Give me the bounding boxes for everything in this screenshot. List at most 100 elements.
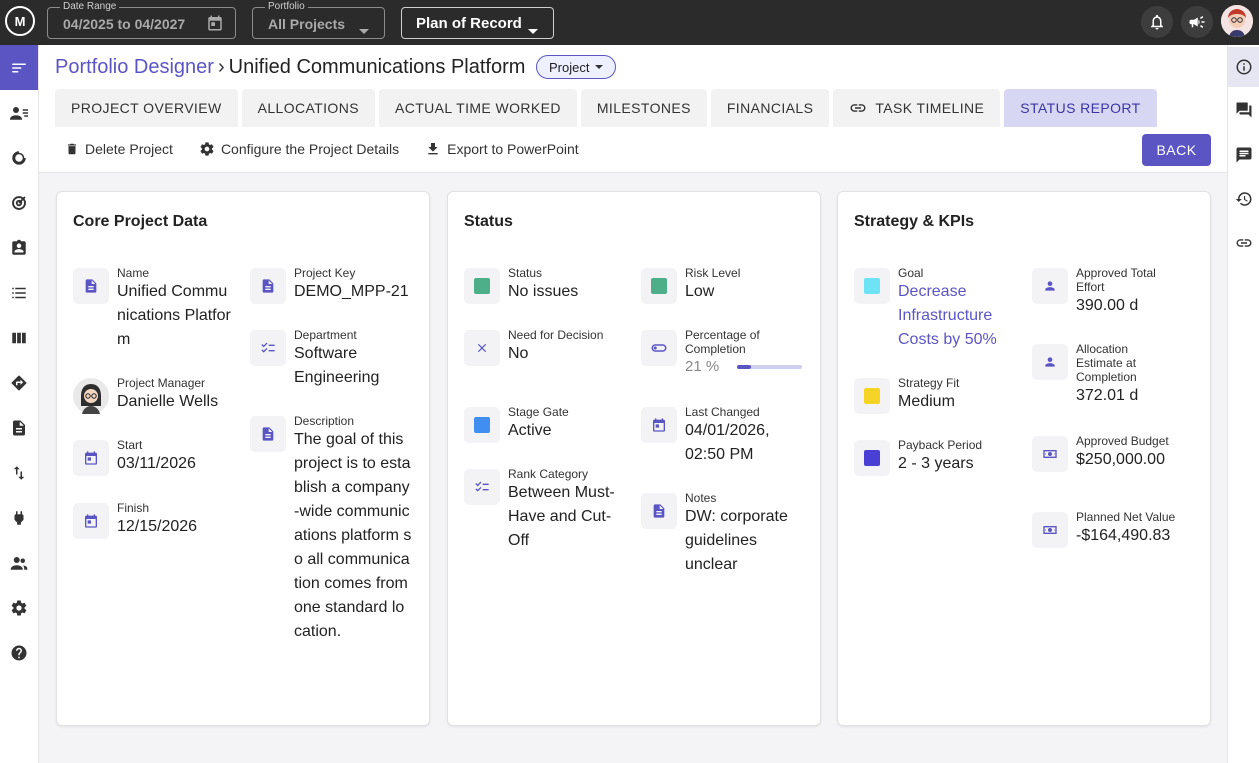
field-approved-total-effort: Approved Total Effort 390.00 d <box>1032 266 1202 318</box>
stage-color-swatch <box>464 407 500 443</box>
field-label: Name <box>117 266 150 280</box>
sidebar-item-help[interactable] <box>0 630 38 675</box>
directions-icon <box>11 375 27 390</box>
tab-milestones[interactable]: MILESTONES <box>580 89 707 127</box>
chevron-right-icon: › <box>217 56 225 78</box>
field-label: Finish <box>117 501 150 515</box>
sidebar-item-list[interactable] <box>0 270 38 315</box>
sidebar-item-goals[interactable] <box>0 180 38 225</box>
field-value: 03/11/2026 <box>117 455 196 472</box>
field-label: Department <box>294 328 357 342</box>
card-title: Core Project Data <box>73 213 208 230</box>
checklist-icon <box>250 330 286 366</box>
gear-icon <box>11 600 27 616</box>
delete-project-button[interactable]: Delete Project <box>65 141 173 157</box>
field-label: Start <box>117 438 143 452</box>
portfolio-select[interactable]: Portfolio All Projects <box>252 1 385 39</box>
field-label: Approved Total Effort <box>1076 266 1156 294</box>
tab-label: FINANCIALS <box>726 100 814 116</box>
sidebar-item-settings[interactable] <box>0 585 38 630</box>
bell-icon <box>1151 14 1163 30</box>
sidebar-item-documents[interactable] <box>0 405 38 450</box>
columns-icon <box>12 332 26 343</box>
field-status: Status No issues <box>464 266 624 304</box>
tab-financials[interactable]: FINANCIALS <box>710 89 830 127</box>
field-label: Status <box>508 266 543 280</box>
field-value: -$164,490.83 <box>1076 527 1171 544</box>
field-label: Need for Decision <box>508 328 604 342</box>
tab-bar: PROJECT OVERVIEW ALLOCATIONS ACTUAL TIME… <box>55 89 1157 127</box>
info-panel-button[interactable] <box>1228 47 1259 87</box>
calendar-icon[interactable] <box>206 14 224 37</box>
sidebar-item-roadmap[interactable] <box>0 360 38 405</box>
document-icon <box>13 420 25 435</box>
history-icon <box>1235 192 1252 206</box>
announcements-button[interactable] <box>1181 6 1213 38</box>
tab-status-report[interactable]: STATUS REPORT <box>1004 89 1157 127</box>
sidebar-item-team[interactable] <box>0 540 38 585</box>
sidebar-item-resources[interactable] <box>0 90 38 135</box>
field-description: Description The goal of this project is … <box>250 414 420 644</box>
sidebar-item-dashboard[interactable] <box>0 135 38 180</box>
message-icon <box>1236 147 1252 163</box>
field-approved-budget: Approved Budget $250,000.00 <box>1032 434 1202 472</box>
notifications-button[interactable] <box>1141 6 1173 38</box>
field-value: The goal of this project is to establish… <box>294 431 412 640</box>
field-notes: Notes DW: corporate guidelines unclear <box>641 491 811 577</box>
tab-allocations[interactable]: ALLOCATIONS <box>241 89 375 127</box>
risk-color-swatch <box>641 268 677 304</box>
plan-select[interactable]: Plan of Record <box>401 7 554 39</box>
fit-color-swatch <box>854 378 890 414</box>
comments-panel-button[interactable] <box>1228 90 1259 130</box>
field-label: Approved Budget <box>1076 434 1169 448</box>
sidebar-item-import-export[interactable] <box>0 450 38 495</box>
field-value: Between Must-Have and Cut-Off <box>508 484 615 549</box>
tab-actual-time-worked[interactable]: ACTUAL TIME WORKED <box>378 89 577 127</box>
field-value: $250,000.00 <box>1076 451 1165 468</box>
goal-color-swatch <box>854 268 890 304</box>
core-project-data-card: Core Project Data Name Unified Communica… <box>56 191 430 726</box>
card-title: Status <box>464 213 513 230</box>
field-value: 390.00 d <box>1076 297 1139 314</box>
info-icon <box>1236 59 1252 75</box>
links-panel-button[interactable] <box>1228 223 1259 263</box>
document-icon <box>250 268 286 304</box>
tab-label: PROJECT OVERVIEW <box>71 100 222 116</box>
tab-project-overview[interactable]: PROJECT OVERVIEW <box>55 89 238 127</box>
forum-icon <box>1236 102 1252 118</box>
field-risk-level: Risk Level Low <box>641 266 811 304</box>
field-value: 372.01 d <box>1076 387 1139 404</box>
configure-project-label: Configure the Project Details <box>220 141 400 157</box>
messages-panel-button[interactable] <box>1228 135 1259 175</box>
configure-project-button[interactable]: Configure the Project Details <box>199 141 399 157</box>
date-range-field[interactable]: Date Range 04/2025 to 04/2027 <box>47 1 236 39</box>
completion-progress: 21 % <box>685 358 802 375</box>
tab-task-timeline[interactable]: TASK TIMELINE <box>833 89 1001 127</box>
field-value: DW: corporate guidelines unclear <box>685 508 788 573</box>
page-header: Portfolio Designer › Unified Communication… <box>39 45 1227 173</box>
type-chip[interactable]: Project <box>536 55 617 79</box>
goal-link[interactable]: Decrease Infrastructure Costs by 50% <box>898 280 1014 352</box>
app-logo[interactable]: M <box>5 6 35 36</box>
export-powerpoint-button[interactable]: Export to PowerPoint <box>425 141 579 157</box>
field-label: Description <box>294 414 355 428</box>
sidebar-item-integrations[interactable] <box>0 495 38 540</box>
history-panel-button[interactable] <box>1228 179 1259 219</box>
sidebar-item-assignments[interactable] <box>0 225 38 270</box>
field-label: Goal <box>898 266 924 280</box>
page-title: Unified Communications Platform <box>228 56 526 78</box>
field-value: Unified Communications Platform <box>117 283 231 348</box>
field-label: Allocation Estimate at Completion <box>1076 342 1137 384</box>
people-icon <box>10 556 28 570</box>
status-card: Status Status No issues Need for Decisio… <box>447 191 821 726</box>
user-avatar[interactable] <box>1221 5 1253 37</box>
menu-toggle-button[interactable] <box>0 45 38 90</box>
target-icon <box>12 195 26 210</box>
field-project-manager: Project Manager Danielle Wells <box>73 376 233 414</box>
field-label: Notes <box>685 491 717 505</box>
field-value: DEMO_MPP-21 <box>294 283 409 300</box>
breadcrumb-parent-link[interactable]: Portfolio Designer <box>55 56 214 78</box>
tab-label: TASK TIMELINE <box>875 100 985 116</box>
back-button[interactable]: BACK <box>1142 134 1211 166</box>
sidebar-item-board[interactable] <box>0 315 38 360</box>
